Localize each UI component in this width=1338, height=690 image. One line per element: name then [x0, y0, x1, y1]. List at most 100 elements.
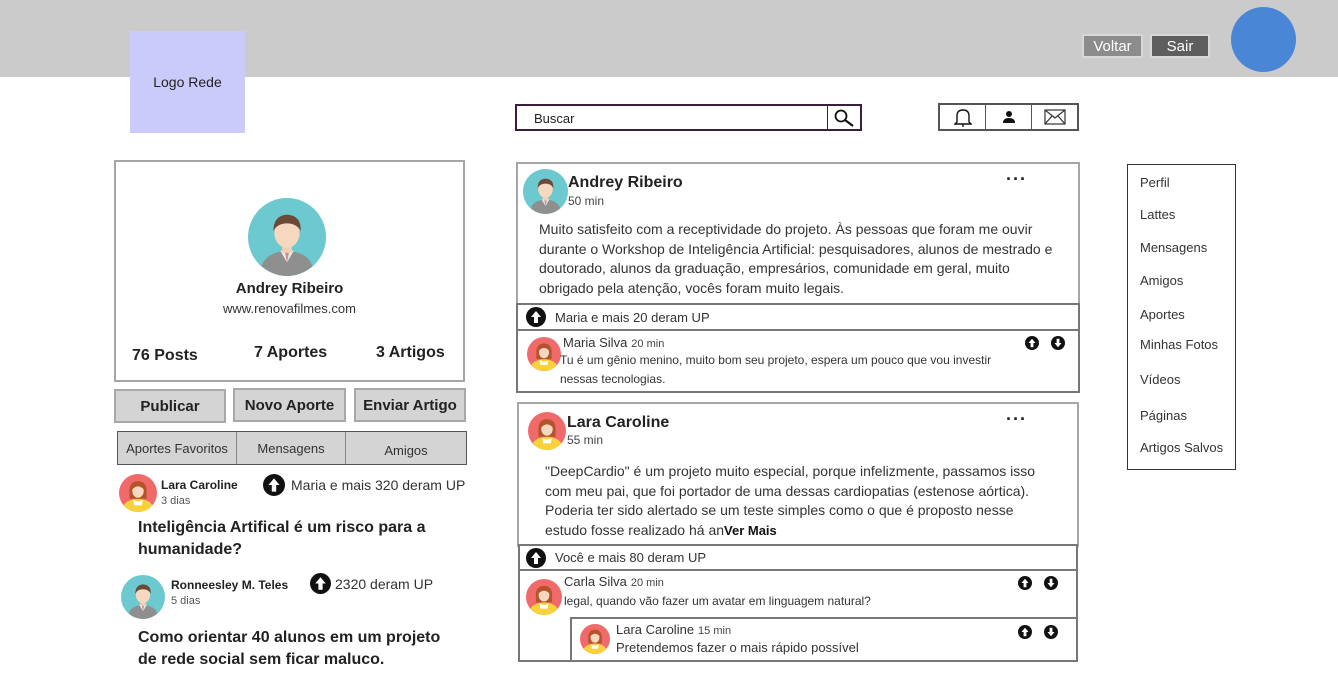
notifications-button[interactable]	[940, 105, 985, 129]
upvote-icon[interactable]	[1025, 336, 1039, 350]
feed-up-status: 2320 deram UP	[310, 573, 433, 594]
comment-text: Pretendemos fazer o mais rápido possível	[616, 640, 859, 655]
feed-author[interactable]: Ronneesley M. Teles	[171, 578, 288, 592]
post-text: "DeepCardio" é um projeto muito especial…	[545, 462, 1059, 540]
vote-controls	[1025, 336, 1065, 350]
comment-reply: Lara Caroline 15 min Pretendemos fazer o …	[570, 617, 1078, 662]
comment-time: 20 min	[630, 577, 664, 589]
menu-item-videos[interactable]: Vídeos	[1140, 372, 1180, 387]
up-text: Maria e mais 20 deram UP	[555, 309, 710, 325]
comment-author[interactable]: Lara Caroline	[616, 622, 694, 637]
feed-up-text: 2320 deram UP	[335, 575, 434, 592]
up-arrow-icon[interactable]	[263, 474, 285, 496]
up-arrow-icon[interactable]	[526, 548, 546, 568]
messages-button[interactable]	[1031, 105, 1077, 129]
comment-time: 15 min	[698, 625, 732, 637]
comment-header: Carla Silva 20 min	[564, 573, 664, 591]
comment-avatar[interactable]	[580, 624, 610, 654]
comment-text: legal, quando vão fazer um avatar em lin…	[564, 594, 871, 608]
up-arrow-icon[interactable]	[310, 573, 331, 594]
logo[interactable]: Logo Rede	[130, 31, 245, 133]
feed-up-text: Maria e mais 320 deram UP	[291, 477, 466, 493]
downvote-icon[interactable]	[1051, 336, 1065, 350]
tabs-bar: Aportes Favoritos Mensagens Amigos	[117, 431, 467, 465]
novo-aporte-button[interactable]: Novo Aporte	[233, 388, 346, 422]
menu-item-artigos-salvos[interactable]: Artigos Salvos	[1140, 440, 1223, 455]
post-text: Muito satisfeito com a receptividade do …	[539, 221, 1053, 296]
bell-icon	[953, 109, 972, 127]
menu-item-perfil[interactable]: Perfil	[1140, 175, 1170, 190]
search-bar[interactable]: Buscar	[515, 104, 862, 131]
feed-time: 5 dias	[171, 595, 201, 607]
upvote-icon[interactable]	[1018, 576, 1032, 590]
post-author[interactable]: Lara Caroline	[567, 414, 669, 432]
profile-avatar[interactable]	[248, 198, 326, 276]
aportes-count[interactable]: 7 Aportes	[254, 344, 327, 362]
post-time: 55 min	[567, 433, 604, 447]
side-menu: Perfil Lattes Mensagens Amigos Aportes M…	[1127, 164, 1236, 470]
comment-avatar[interactable]	[526, 579, 562, 615]
icon-toolbar	[938, 103, 1079, 131]
voltar-button[interactable]: Voltar	[1082, 34, 1143, 58]
feed-up-status: Maria e mais 320 deram UP	[263, 474, 465, 496]
comment-author[interactable]: Carla Silva	[564, 574, 627, 589]
profile-card: Andrey Ribeiro www.renovafilmes.com 76 P…	[114, 160, 465, 382]
feed-author[interactable]: Lara Caroline	[161, 478, 238, 492]
search-input[interactable]: Buscar	[534, 111, 574, 126]
feed-title[interactable]: Inteligência Artifical é um risco para a…	[138, 517, 458, 561]
up-bar: Maria e mais 20 deram UP	[516, 303, 1080, 331]
search-button[interactable]	[827, 106, 860, 129]
envelope-icon	[1043, 109, 1066, 125]
menu-item-aportes[interactable]: Aportes	[1140, 307, 1185, 322]
feed-time: 3 dias	[161, 495, 191, 507]
menu-item-amigos[interactable]: Amigos	[1140, 273, 1183, 288]
up-text: Você e mais 80 deram UP	[555, 550, 707, 565]
menu-item-lattes[interactable]: Lattes	[1140, 207, 1175, 222]
up-bar: Você e mais 80 deram UP	[518, 544, 1078, 571]
menu-item-minhas-fotos[interactable]: Minhas Fotos	[1140, 337, 1218, 352]
downvote-icon[interactable]	[1044, 625, 1058, 639]
post-text-body: "DeepCardio" é um projeto muito especial…	[545, 463, 1036, 538]
user-icon	[1002, 111, 1015, 123]
tab-amigos[interactable]: Amigos	[345, 432, 466, 464]
ver-mais-link[interactable]: Ver Mais	[724, 523, 777, 538]
profile-button[interactable]	[985, 105, 1031, 129]
profile-name[interactable]: Andrey Ribeiro	[116, 280, 463, 297]
post-card: Lara Caroline 55 min ··· "DeepCardio" é …	[517, 402, 1079, 547]
artigos-count[interactable]: 3 Artigos	[376, 344, 445, 362]
post-time: 50 min	[568, 194, 605, 208]
comment-header: Maria Silva 20 min	[563, 334, 664, 352]
author-avatar[interactable]	[119, 474, 157, 512]
post-author[interactable]: Andrey Ribeiro	[568, 174, 683, 192]
menu-item-paginas[interactable]: Páginas	[1140, 408, 1187, 423]
comment: Maria Silva 20 min Tu é um gênio menino, …	[516, 329, 1080, 393]
publicar-button[interactable]: Publicar	[114, 389, 226, 423]
up-arrow-icon[interactable]	[526, 307, 546, 327]
downvote-icon[interactable]	[1044, 576, 1058, 590]
menu-item-mensagens[interactable]: Mensagens	[1140, 240, 1207, 255]
upvote-icon[interactable]	[1018, 625, 1032, 639]
vote-controls	[1018, 625, 1058, 639]
comment-avatar[interactable]	[527, 337, 561, 371]
post-card: Andrey Ribeiro 50 min ··· Muito satisfei…	[516, 162, 1080, 305]
logo-label: Logo Rede	[153, 74, 222, 90]
comment-author[interactable]: Maria Silva	[563, 335, 627, 350]
user-avatar[interactable]	[1231, 7, 1296, 72]
vote-controls	[1018, 576, 1058, 590]
comment-header: Lara Caroline 15 min	[616, 621, 731, 639]
more-options-icon[interactable]: ···	[1006, 409, 1027, 430]
tab-aportes-favoritos[interactable]: Aportes Favoritos	[118, 432, 236, 464]
search-icon	[834, 109, 854, 127]
post-author-avatar[interactable]	[528, 412, 566, 450]
comment-time: 20 min	[631, 338, 665, 350]
tab-mensagens[interactable]: Mensagens	[236, 432, 345, 464]
enviar-artigo-button[interactable]: Enviar Artigo	[354, 388, 466, 422]
feed-title[interactable]: Como orientar 40 alunos em um projeto de…	[138, 627, 458, 671]
post-author-avatar[interactable]	[523, 169, 568, 214]
sair-button[interactable]: Sair	[1150, 34, 1210, 58]
more-options-icon[interactable]: ···	[1006, 169, 1027, 190]
author-avatar[interactable]	[121, 575, 165, 619]
comment-text: Tu é um gênio menino, muito bom seu proj…	[560, 353, 992, 386]
profile-url[interactable]: www.renovafilmes.com	[116, 301, 463, 316]
posts-count[interactable]: 76 Posts	[132, 347, 198, 365]
